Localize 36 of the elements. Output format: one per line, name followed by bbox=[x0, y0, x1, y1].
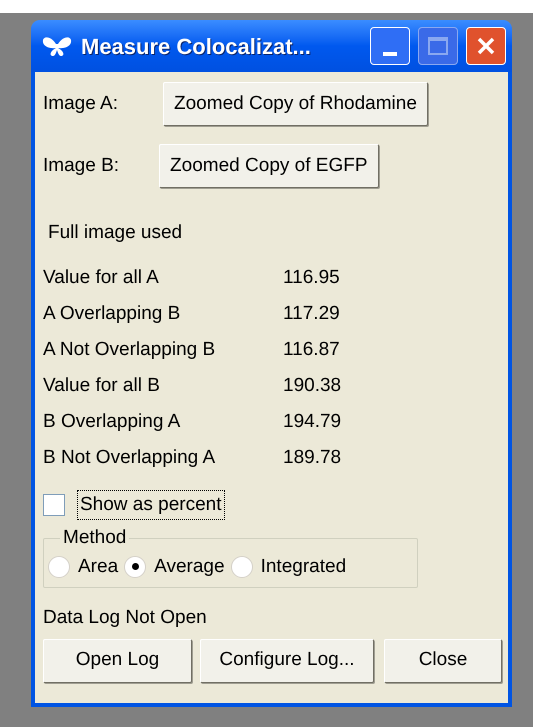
image-select-button[interactable]: Zoomed Copy of Rhodamine bbox=[163, 82, 428, 126]
measurement-value: 190.38 bbox=[283, 374, 342, 398]
close-icon bbox=[476, 36, 496, 56]
radio-button[interactable] bbox=[230, 556, 253, 578]
measurement-value: 117.29 bbox=[283, 302, 340, 326]
radio-button[interactable] bbox=[48, 556, 70, 578]
butterfly-icon bbox=[41, 35, 73, 57]
measurement-label: B Overlapping A bbox=[43, 410, 182, 434]
window-title: Measure Colocalizat... bbox=[81, 32, 312, 60]
dialog-button[interactable]: Configure Log... bbox=[200, 638, 374, 682]
measurement-value: 116.95 bbox=[283, 266, 340, 290]
maximize-button[interactable] bbox=[418, 27, 458, 65]
measurement-label: A Not Overlapping B bbox=[43, 338, 216, 362]
radio-label[interactable]: Average bbox=[154, 552, 225, 581]
dialog-button[interactable]: Close bbox=[384, 638, 502, 682]
radio-label[interactable]: Area bbox=[78, 552, 118, 581]
measurement-label: A Overlapping B bbox=[43, 302, 182, 326]
log-status: Data Log Not Open bbox=[43, 606, 208, 630]
checkbox[interactable] bbox=[43, 494, 65, 516]
radio-button[interactable] bbox=[124, 556, 146, 578]
measurement-label: Value for all B bbox=[43, 374, 161, 398]
measurement-label: Value for all A bbox=[43, 266, 160, 290]
measurement-value: 194.79 bbox=[283, 410, 342, 434]
radio-label[interactable]: Integrated bbox=[260, 552, 346, 581]
region-note: Full image used bbox=[48, 221, 184, 245]
close-button[interactable] bbox=[466, 27, 506, 65]
dialog-button[interactable]: Open Log bbox=[43, 638, 192, 682]
image-select-button[interactable]: Zoomed Copy of EGFP bbox=[159, 144, 379, 188]
measurement-value: 116.87 bbox=[283, 338, 340, 362]
image-label: Image A: bbox=[43, 92, 118, 116]
minimize-button[interactable] bbox=[370, 27, 410, 65]
group-title: Method bbox=[62, 526, 128, 550]
image-label: Image B: bbox=[43, 154, 120, 178]
measurement-value: 189.78 bbox=[283, 446, 342, 470]
measurement-label: B Not Overlapping A bbox=[43, 446, 216, 470]
checkbox-label[interactable]: Show as percent bbox=[77, 490, 225, 520]
